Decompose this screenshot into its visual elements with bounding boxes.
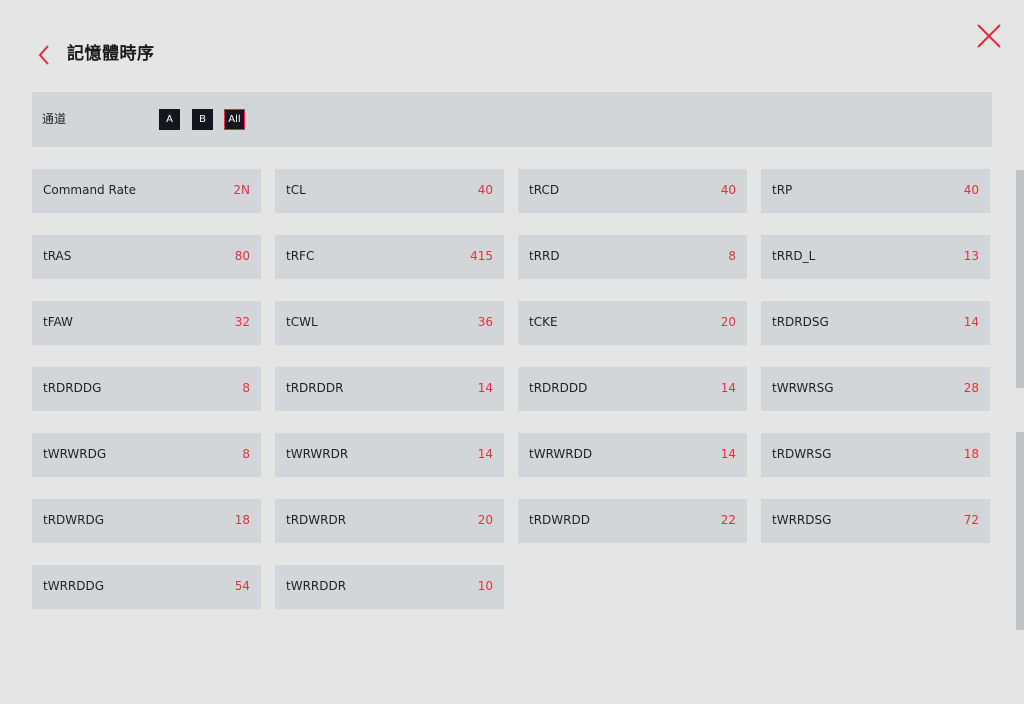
timing-label: tRDWRDD — [529, 513, 590, 527]
back-button[interactable] — [36, 44, 54, 66]
timing-value: 13 — [963, 249, 979, 263]
timing-item: Command Rate 2N — [32, 169, 261, 213]
timing-value: 8 — [242, 381, 250, 395]
timing-value: 22 — [720, 513, 736, 527]
timing-item: tCL 40 — [275, 169, 504, 213]
timing-item: tWRWRSG 28 — [761, 367, 990, 411]
timing-label: tRAS — [43, 249, 72, 263]
timing-label: tRDRDDD — [529, 381, 588, 395]
timing-value: 415 — [470, 249, 493, 263]
timing-item: tRDRDSG 14 — [761, 301, 990, 345]
channel-selector: 通道 A B All — [32, 92, 992, 147]
channel-all-button[interactable]: All — [224, 109, 245, 130]
timing-label: tRDWRDG — [43, 513, 105, 527]
timing-item: tRDWRDD 22 — [518, 499, 747, 543]
timing-value: 20 — [477, 513, 493, 527]
chevron-left-icon — [38, 45, 49, 65]
close-button[interactable] — [975, 22, 1003, 50]
timing-item: tRDWRDG 18 — [32, 499, 261, 543]
timing-value: 40 — [963, 183, 979, 197]
timing-value: 32 — [234, 315, 250, 329]
timing-value: 14 — [720, 447, 736, 461]
timing-item: tWRRDDR 10 — [275, 565, 504, 609]
timing-value: 28 — [963, 381, 979, 395]
timing-label: tWRRDDG — [43, 579, 105, 593]
timing-item: tWRWRDG 8 — [32, 433, 261, 477]
timing-item: tFAW 32 — [32, 301, 261, 345]
timing-value: 8 — [242, 447, 250, 461]
timing-item: tWRWRDD 14 — [518, 433, 747, 477]
timing-value: 8 — [728, 249, 736, 263]
timing-item: tRAS 80 — [32, 235, 261, 279]
timing-label: tRCD — [529, 183, 560, 197]
page-title: 記憶體時序 — [67, 44, 155, 64]
timing-item: tCWL 36 — [275, 301, 504, 345]
close-icon — [977, 24, 1001, 48]
timing-label: tRDWRDR — [286, 513, 347, 527]
timing-item: tRDRDDR 14 — [275, 367, 504, 411]
timing-label: tRDRDSG — [772, 315, 829, 329]
timing-item: tCKE 20 — [518, 301, 747, 345]
timing-value: 40 — [720, 183, 736, 197]
timing-label: tCKE — [529, 315, 558, 329]
timing-value: 14 — [963, 315, 979, 329]
timing-item: tRDRDDG 8 — [32, 367, 261, 411]
timing-value: 14 — [720, 381, 736, 395]
timing-item: tRP 40 — [761, 169, 990, 213]
timing-value: 40 — [477, 183, 493, 197]
timing-label: tWRWRSG — [772, 381, 834, 395]
timing-value: 14 — [477, 381, 493, 395]
timing-label: tWRWRDG — [43, 447, 107, 461]
scrollbar[interactable] — [1016, 170, 1024, 630]
timing-item: tWRRDDG 54 — [32, 565, 261, 609]
scrollbar-thumb[interactable] — [1016, 170, 1024, 388]
timing-label: Command Rate — [43, 183, 137, 197]
timing-label: tRDWRSG — [772, 447, 832, 461]
timing-item: tWRRDSG 72 — [761, 499, 990, 543]
timing-item: tRRD_L 13 — [761, 235, 990, 279]
timing-label: tRRD_L — [772, 249, 816, 263]
timing-label: tWRWRDD — [529, 447, 593, 461]
timing-label: tRDRDDR — [286, 381, 344, 395]
timing-value: 18 — [963, 447, 979, 461]
channel-a-button[interactable]: A — [159, 109, 180, 130]
timing-value: 10 — [477, 579, 493, 593]
timing-item: tRFC 415 — [275, 235, 504, 279]
timing-item: tRDWRSG 18 — [761, 433, 990, 477]
timing-label: tCWL — [286, 315, 318, 329]
timing-item: tRCD 40 — [518, 169, 747, 213]
channel-label: 通道 — [42, 112, 67, 126]
timing-label: tWRWRDR — [286, 447, 349, 461]
timing-value: 80 — [234, 249, 250, 263]
timing-value: 14 — [477, 447, 493, 461]
timing-item: tRRD 8 — [518, 235, 747, 279]
timing-value: 54 — [234, 579, 250, 593]
timing-value: 2N — [233, 183, 250, 197]
channel-b-button[interactable]: B — [192, 109, 213, 130]
timing-label: tRP — [772, 183, 793, 197]
timing-label: tFAW — [43, 315, 73, 329]
timing-value: 20 — [720, 315, 736, 329]
timing-label: tRRD — [529, 249, 560, 263]
timing-label: tWRRDSG — [772, 513, 832, 527]
timing-label: tRDRDDG — [43, 381, 102, 395]
timing-item: tRDWRDR 20 — [275, 499, 504, 543]
timing-value: 72 — [963, 513, 979, 527]
timing-value: 18 — [234, 513, 250, 527]
timing-label: tCL — [286, 183, 306, 197]
timing-item: tWRWRDR 14 — [275, 433, 504, 477]
timing-label: tRFC — [286, 249, 315, 263]
timing-label: tWRRDDR — [286, 579, 347, 593]
timing-value: 36 — [477, 315, 493, 329]
scrollbar-track-segment[interactable] — [1016, 432, 1024, 630]
timing-item: tRDRDDD 14 — [518, 367, 747, 411]
